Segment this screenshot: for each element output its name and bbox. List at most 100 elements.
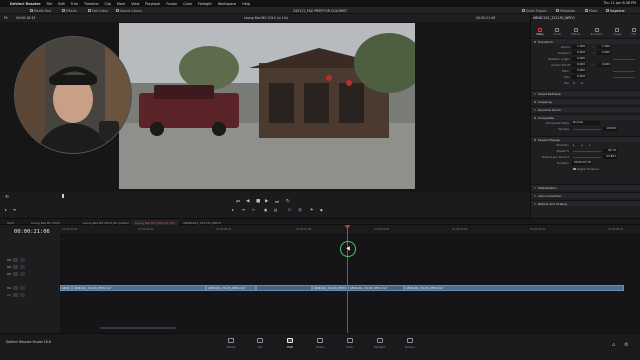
timeline-scrollbar[interactable]: [100, 327, 176, 329]
anchor-y-field[interactable]: 0.000: [597, 62, 611, 67]
enabled-dot-icon[interactable]: [534, 194, 536, 197]
snapping-icon[interactable]: ⊓: [288, 208, 291, 212]
track-visibility-icon[interactable]: [19, 264, 25, 269]
track-lock-icon[interactable]: [12, 271, 18, 276]
timeline-clip[interactable]: AB06C201_231130_WPCO.mxf: [312, 285, 348, 291]
pitch-field[interactable]: 0.000: [572, 68, 586, 73]
pointer-tool-icon[interactable]: ▸: [5, 208, 7, 212]
linked-selection-icon[interactable]: ⛓: [298, 208, 303, 212]
flip-vertical-icon[interactable]: ⇅: [581, 81, 583, 85]
track-a1[interactable]: A1: [7, 292, 25, 298]
duration-field[interactable]: 00:00:07:16: [572, 160, 592, 165]
menu-workspace[interactable]: Workspace: [218, 2, 237, 6]
page-tab-color[interactable]: Color: [346, 338, 353, 349]
rotation-slider[interactable]: [613, 58, 635, 60]
track-lock-icon[interactable]: [12, 264, 18, 269]
step-back-button[interactable]: ◀: [246, 199, 249, 204]
enabled-dot-icon[interactable]: [534, 138, 536, 141]
transform-section[interactable]: Transform: [531, 38, 640, 44]
page-tab-media[interactable]: Media: [227, 338, 235, 349]
smart-reframe-section[interactable]: Smart Reframe: [531, 90, 640, 96]
track-v3[interactable]: V3: [7, 264, 25, 270]
menu-file[interactable]: File: [47, 2, 53, 6]
timeline-area[interactable]: 01:00:00:00 01:00:04:00 01:00:08:00 01:0…: [60, 225, 640, 333]
stabilization-section[interactable]: Stabilization: [531, 184, 640, 190]
enabled-dot-icon[interactable]: [534, 92, 536, 95]
page-tab-fairlight[interactable]: Fairlight: [374, 338, 385, 349]
position-x-field[interactable]: 0.000: [572, 50, 586, 55]
video-frame[interactable]: [119, 23, 415, 189]
play-button[interactable]: ▶: [265, 199, 268, 204]
track-visibility-icon[interactable]: [19, 285, 25, 290]
zoom-x-field[interactable]: 1.000: [572, 44, 586, 49]
flag-icon[interactable]: ⚑: [310, 208, 313, 212]
menu-app-name[interactable]: DaVinci Resolve: [10, 2, 41, 6]
menu-view[interactable]: View: [131, 2, 139, 6]
selection-tool-icon[interactable]: ▸: [232, 208, 234, 212]
enabled-dot-icon[interactable]: [534, 202, 536, 205]
step-forward-button[interactable]: ⏭: [275, 199, 279, 205]
enabled-dot-icon[interactable]: [534, 116, 536, 119]
menu-playback[interactable]: Playback: [145, 2, 160, 6]
composite-section[interactable]: Composite: [531, 114, 640, 120]
direction-forward-icon[interactable]: ▸: [573, 143, 574, 147]
opacity-slider[interactable]: [573, 128, 601, 130]
timeline-ruler[interactable]: 01:00:00:00 01:00:04:00 01:00:08:00 01:0…: [60, 225, 640, 235]
menu-help[interactable]: Help: [242, 2, 250, 6]
overwrite-clip-icon[interactable]: ▤: [274, 208, 277, 212]
enabled-dot-icon[interactable]: [534, 100, 536, 103]
trim-tool-icon[interactable]: ⇹: [13, 208, 16, 212]
insert-clip-icon[interactable]: ▣: [264, 208, 267, 212]
timeline-clip[interactable]: AB06C201_231130_WPCO.mxf: [348, 285, 404, 291]
blade-tool-icon[interactable]: ✂: [252, 208, 255, 212]
page-tab-cut[interactable]: Cut: [257, 338, 263, 349]
inspector-tab-transition[interactable]: Transition: [590, 28, 603, 36]
yaw-field[interactable]: 0.000: [572, 74, 586, 79]
timeline-clip[interactable]: AB06C...: [60, 285, 72, 291]
inspector-tab-video[interactable]: Video: [536, 28, 543, 36]
repeat-button[interactable]: ↻: [286, 199, 290, 204]
track-visibility-icon[interactable]: [19, 257, 25, 262]
home-icon[interactable]: ⌂: [612, 342, 615, 348]
marker-icon[interactable]: ◆: [320, 208, 323, 212]
menu-fairlight[interactable]: Fairlight: [198, 2, 212, 6]
track-mute-icon[interactable]: [19, 292, 25, 297]
page-tab-fusion[interactable]: Fusion: [316, 338, 325, 349]
timeline-clip[interactable]: AB06C201_231130_WPCO.mxf: [72, 285, 206, 291]
timeline-timecode[interactable]: 00:00:21:06: [14, 229, 50, 235]
speed-field[interactable]: 94.70: [603, 148, 617, 153]
dynamic-zoom-section[interactable]: Dynamic Zoom: [531, 106, 640, 112]
timeline-clip[interactable]: AB06C201_231130_WPCO.mxf: [206, 285, 256, 291]
track-lock-icon[interactable]: [12, 257, 18, 262]
fps-field[interactable]: 23.697: [603, 154, 617, 159]
track-visibility-icon[interactable]: [19, 271, 25, 276]
menu-mark[interactable]: Mark: [117, 2, 125, 6]
skip-back-button[interactable]: ⏮: [236, 199, 240, 205]
cropping-section[interactable]: Cropping: [531, 98, 640, 104]
enabled-dot-icon[interactable]: [534, 40, 536, 43]
quick-export-button[interactable]: Quick Export: [522, 9, 546, 13]
settings-gear-icon[interactable]: ⚙: [624, 342, 628, 348]
inspector-tab-image[interactable]: Image: [613, 28, 621, 36]
speed-change-section[interactable]: Speed Change: [531, 136, 640, 142]
fps-slider[interactable]: [573, 156, 601, 158]
timeline-clip[interactable]: AB06C201_231130_WPCO.mxf: [404, 285, 624, 291]
inspector-button[interactable]: Inspector: [606, 9, 625, 13]
track-lock-icon[interactable]: [12, 292, 18, 297]
ripple-checkbox[interactable]: [573, 167, 576, 171]
position-y-field[interactable]: 0.000: [597, 50, 611, 55]
menu-timeline[interactable]: Timeline: [84, 2, 98, 6]
speed-slider[interactable]: [573, 150, 601, 152]
anchor-x-field[interactable]: 0.000: [572, 62, 586, 67]
retime-scaling-section[interactable]: Retime and Scaling: [531, 200, 640, 206]
direction-reverse-icon[interactable]: ◂: [581, 143, 582, 147]
stop-button[interactable]: ■: [256, 199, 260, 204]
trim-edit-icon[interactable]: ⇹: [242, 208, 245, 212]
enabled-dot-icon[interactable]: [534, 186, 536, 189]
inspector-tab-effects[interactable]: Effects: [571, 28, 580, 36]
flip-horizontal-icon[interactable]: ⇄: [573, 81, 575, 85]
viewer-scrubber-handle[interactable]: [62, 194, 64, 198]
track-lock-icon[interactable]: [12, 285, 18, 290]
rotation-field[interactable]: 0.000: [572, 56, 586, 61]
inspector-tab-file[interactable]: File: [632, 28, 636, 36]
